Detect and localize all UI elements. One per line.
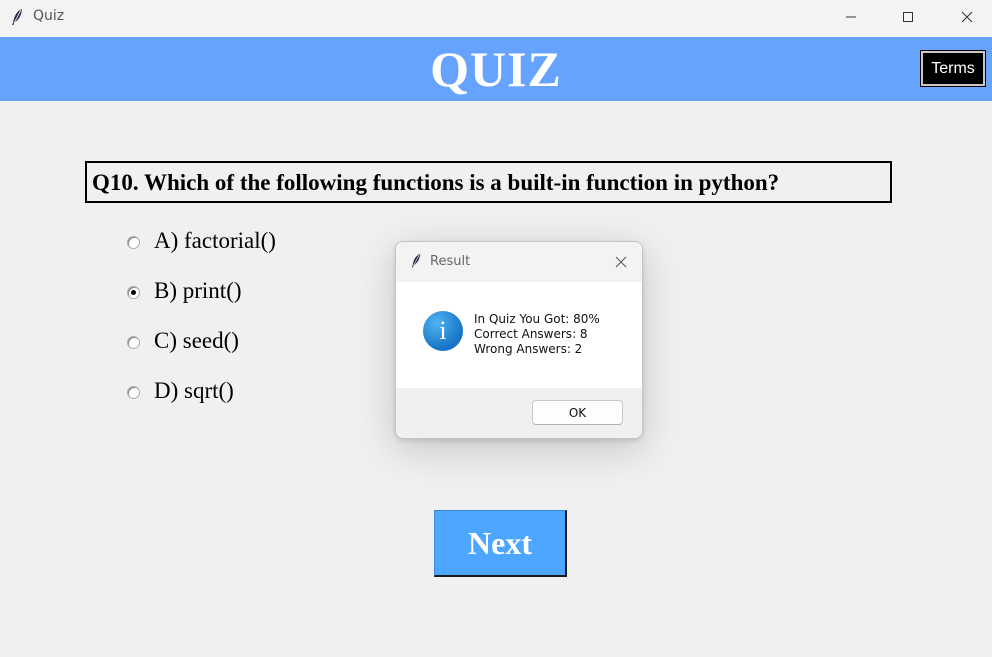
- minimize-icon: [846, 16, 856, 17]
- ok-button[interactable]: OK: [532, 400, 623, 425]
- option-label: C) seed(): [154, 328, 239, 353]
- dialog-body: i In Quiz You Got: 80% Correct Answers: …: [396, 282, 642, 388]
- feather-icon: [12, 9, 22, 25]
- dialog-close-button[interactable]: [612, 253, 630, 271]
- radio-button[interactable]: [127, 236, 140, 249]
- correct-line: Correct Answers: 8: [474, 327, 588, 341]
- radio-button[interactable]: [127, 336, 140, 349]
- result-dialog: Result i In Quiz You Got: 80% Correct An…: [395, 241, 643, 439]
- radio-selected-dot: [131, 290, 136, 295]
- radio-button[interactable]: [127, 286, 140, 299]
- maximize-button[interactable]: [885, 0, 931, 33]
- feather-icon: [411, 253, 421, 268]
- next-button-label: Next: [468, 524, 532, 561]
- close-icon: [615, 256, 627, 268]
- close-icon: [961, 11, 973, 22]
- question-text: Q10. Which of the following functions is…: [92, 170, 780, 195]
- window-title: Quiz: [33, 8, 65, 24]
- dialog-title: Result: [430, 254, 471, 269]
- option-label: B) print(): [154, 278, 242, 303]
- close-button[interactable]: [944, 0, 990, 33]
- app-title: QUIZ: [430, 41, 562, 97]
- dialog-titlebar: Result: [396, 242, 642, 282]
- score-line: In Quiz You Got: 80%: [474, 312, 600, 326]
- minimize-button[interactable]: [828, 0, 874, 33]
- next-button[interactable]: Next: [434, 510, 567, 577]
- option-label: A) factorial(): [154, 228, 276, 253]
- app-header: QUIZ Terms: [0, 37, 992, 101]
- option-label: D) sqrt(): [154, 378, 234, 403]
- window-titlebar: Quiz: [0, 0, 992, 36]
- maximize-icon: [903, 11, 913, 22]
- wrong-line: Wrong Answers: 2: [474, 342, 583, 356]
- radio-button[interactable]: [127, 386, 140, 399]
- dialog-message: In Quiz You Got: 80% Correct Answers: 8 …: [474, 312, 600, 357]
- terms-button[interactable]: Terms: [920, 50, 986, 87]
- question-box: Q10. Which of the following functions is…: [85, 161, 892, 203]
- info-icon: i: [423, 311, 463, 351]
